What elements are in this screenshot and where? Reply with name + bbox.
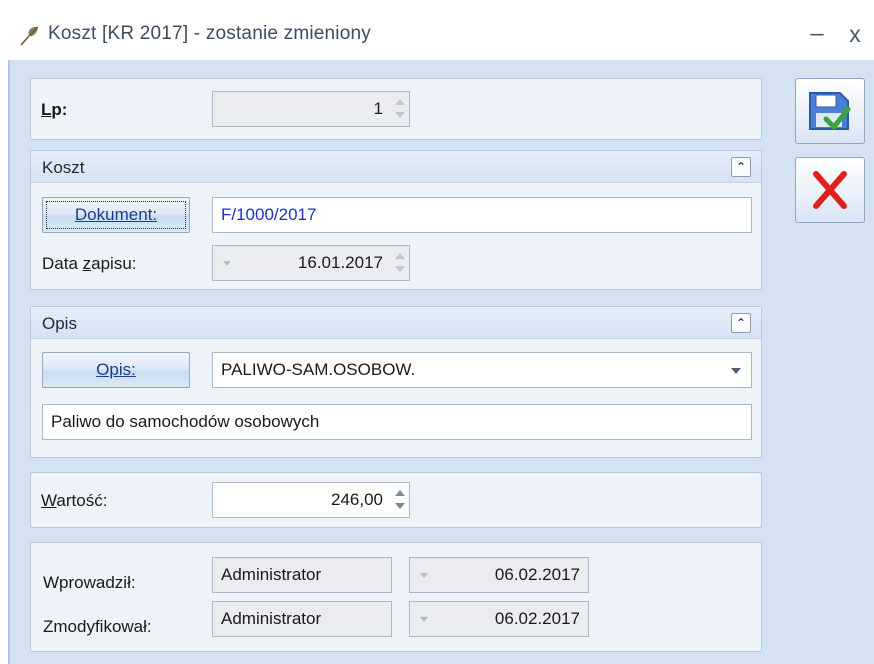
wartosc-panel: Wartość: 246,00 xyxy=(30,472,762,528)
save-floppy-check-icon xyxy=(809,92,851,130)
cancel-x-icon xyxy=(813,171,847,209)
koszt-group-header: Koszt ⌃ xyxy=(31,151,761,183)
koszt-collapse-button[interactable]: ⌃ xyxy=(731,157,751,177)
document-button-label: Dokument: xyxy=(74,205,158,224)
window-edge xyxy=(8,60,10,664)
modified-user-field: Administrator xyxy=(212,601,392,637)
opis-group-header: Opis ⌃ xyxy=(31,307,761,339)
modified-date-field: 06.02.2017 xyxy=(409,601,589,637)
lp-label: Lp: xyxy=(41,100,68,119)
cancel-button[interactable] xyxy=(795,157,865,223)
chevron-double-up-icon: ⌃ xyxy=(735,316,747,330)
opis-group-title: Opis xyxy=(42,314,77,333)
lp-spinner[interactable] xyxy=(395,97,405,121)
date-value: 16.01.2017 xyxy=(297,253,383,272)
entered-user-value: Administrator xyxy=(221,565,322,584)
opis-button[interactable]: Opis: xyxy=(42,352,190,388)
lp-panel: Lp: 1 xyxy=(30,78,762,140)
opis-select-value: PALIWO-SAM.OSOBOW. xyxy=(221,360,416,379)
entered-date-dropdown-icon xyxy=(420,573,428,578)
modified-user-value: Administrator xyxy=(221,609,322,628)
wartosc-field[interactable]: 246,00 xyxy=(212,482,410,518)
wartosc-value: 246,00 xyxy=(331,490,383,509)
modified-label: Zmodyfikował: xyxy=(43,617,152,636)
entered-user-field: Administrator xyxy=(212,557,392,593)
wartosc-spinner[interactable] xyxy=(395,488,405,512)
date-label: Data zapisu: xyxy=(42,254,137,273)
date-dropdown-icon xyxy=(223,261,231,266)
document-button[interactable]: Dokument: xyxy=(42,197,190,233)
modified-date-dropdown-icon xyxy=(420,617,428,622)
document-field[interactable]: F/1000/2017 xyxy=(212,197,752,233)
lp-value: 1 xyxy=(373,99,383,118)
entered-date-value: 06.02.2017 xyxy=(494,565,580,584)
opis-collapse-button[interactable]: ⌃ xyxy=(731,313,751,333)
koszt-group: Koszt ⌃ Dokument: F/1000/2017 Data zapis… xyxy=(30,150,762,290)
minimize-button[interactable]: – xyxy=(800,14,834,54)
chevron-down-icon[interactable] xyxy=(731,368,741,374)
description-value: Paliwo do samochodów osobowych xyxy=(51,412,320,431)
audit-panel: Wprowadził: Administrator 06.02.2017 Zmo… xyxy=(30,542,762,652)
save-button[interactable] xyxy=(795,78,865,144)
close-window-button[interactable]: x xyxy=(838,14,872,54)
window-title: Koszt [KR 2017] - zostanie zmieniony xyxy=(48,23,371,44)
wartosc-label: Wartość: xyxy=(41,491,108,510)
entered-date-field: 06.02.2017 xyxy=(409,557,589,593)
chevron-double-up-icon: ⌃ xyxy=(735,160,747,174)
document-value: F/1000/2017 xyxy=(221,205,317,224)
opis-group: Opis ⌃ Opis: PALIWO-SAM.OSOBOW. Paliwo d… xyxy=(30,306,762,458)
modified-date-value: 06.02.2017 xyxy=(494,609,580,628)
app-feather-icon xyxy=(20,26,39,46)
opis-select[interactable]: PALIWO-SAM.OSOBOW. xyxy=(212,352,752,388)
opis-button-label: Opis: xyxy=(96,360,136,379)
date-field[interactable]: 16.01.2017 xyxy=(212,245,410,281)
koszt-group-title: Koszt xyxy=(42,158,85,177)
description-field[interactable]: Paliwo do samochodów osobowych xyxy=(42,404,752,440)
date-spinner[interactable] xyxy=(395,251,405,275)
lp-field[interactable]: 1 xyxy=(212,91,410,127)
entered-label: Wprowadził: xyxy=(43,573,136,592)
